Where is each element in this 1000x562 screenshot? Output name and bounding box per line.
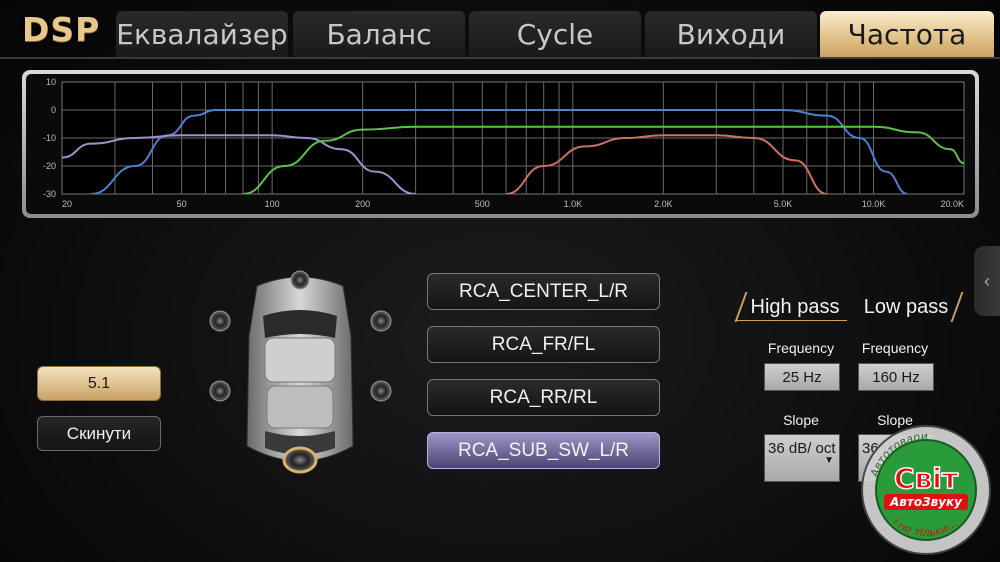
reset-button[interactable]: Скинути [37, 416, 161, 451]
x-tick-label: 2.0K [654, 199, 673, 209]
channel-rear-button[interactable]: RCA_RR/RL [427, 379, 660, 416]
tab-balance[interactable]: Баланс [293, 11, 465, 57]
speaker-subwoofer-icon [282, 446, 318, 474]
y-tick-label: -20 [43, 161, 56, 171]
tab-cycle[interactable]: Cycle [469, 11, 641, 57]
speaker-front-left-icon [209, 310, 231, 332]
y-tick-label: 10 [46, 77, 56, 87]
x-tick-label: 200 [355, 199, 370, 209]
chevron-left-icon: ‹ [984, 271, 990, 291]
x-tick-label: 10.0K [862, 199, 886, 209]
high-pass-slope-select[interactable]: 36 dB/ oct ▼ [764, 434, 840, 482]
speaker-rear-left-icon [209, 380, 231, 402]
low-pass-frequency-value[interactable]: 160 Hz [858, 363, 934, 391]
y-tick-label: 0 [51, 105, 56, 115]
channel-sub-button[interactable]: RCA_SUB_SW_L/R [427, 432, 660, 469]
speaker-rear-right-icon [370, 380, 392, 402]
high-pass-tab[interactable]: High pass [745, 292, 845, 322]
x-tick-label: 500 [475, 199, 490, 209]
speaker-front-right-icon [370, 310, 392, 332]
tab-divider [0, 57, 1000, 59]
x-tick-label: 20 [62, 199, 72, 209]
x-tick-label: 5.0K [774, 199, 793, 209]
x-tick-label: 50 [177, 199, 187, 209]
x-tick-label: 1.0K [564, 199, 583, 209]
tab-equalizer[interactable]: Еквалайзер [116, 11, 288, 57]
dsp-logo: DSP [22, 10, 101, 49]
speaker-center-icon [290, 270, 310, 290]
low-pass-tab[interactable]: Low pass [856, 292, 956, 322]
dropdown-arrow-icon: ▼ [824, 455, 834, 466]
side-drawer-handle[interactable]: ‹ [974, 246, 1000, 316]
high-pass-slope-label: Slope [783, 412, 819, 428]
tab-outputs[interactable]: Виходи [645, 11, 817, 57]
watermark-title: Світ [894, 462, 959, 495]
frequency-response-chart: 10 0 -10 -20 -30 20 50 100 200 500 1.0K 2.0K 5.0K 10.… [26, 74, 975, 214]
high-pass-underline [736, 320, 847, 321]
x-tick-label: 100 [265, 199, 280, 209]
y-tick-label: -30 [43, 189, 56, 199]
frequency-response-frame: 10 0 -10 -20 -30 20 50 100 200 500 1.0K 2.0K 5.0K 10.… [22, 70, 979, 218]
channel-center-button[interactable]: RCA_CENTER_L/R [427, 273, 660, 310]
low-pass-frequency-label: Frequency [861, 340, 929, 356]
x-tick-label: 20.0K [940, 199, 964, 209]
tab-frequency[interactable]: Частота [820, 11, 994, 57]
channel-front-button[interactable]: RCA_FR/FL [427, 326, 660, 363]
y-tick-label: -10 [43, 133, 56, 143]
car-speaker-diagram [209, 270, 392, 474]
watermark-logo: Автотовари і не тільки... Світ АвтоЗвуку [861, 425, 991, 555]
speaker-mode-button[interactable]: 5.1 [37, 366, 161, 401]
top-bar: DSP Еквалайзер Баланс Cycle Виходи Часто… [0, 0, 1000, 59]
chart-svg: 100-10-20-3020 50 100 200 500 1.0K 2.0K 5.0K 10.… [43, 77, 965, 209]
high-pass-frequency-value[interactable]: 25 Hz [764, 363, 840, 391]
watermark-subtitle: АвтоЗвуку [889, 495, 963, 509]
high-pass-frequency-label: Frequency [767, 340, 835, 356]
